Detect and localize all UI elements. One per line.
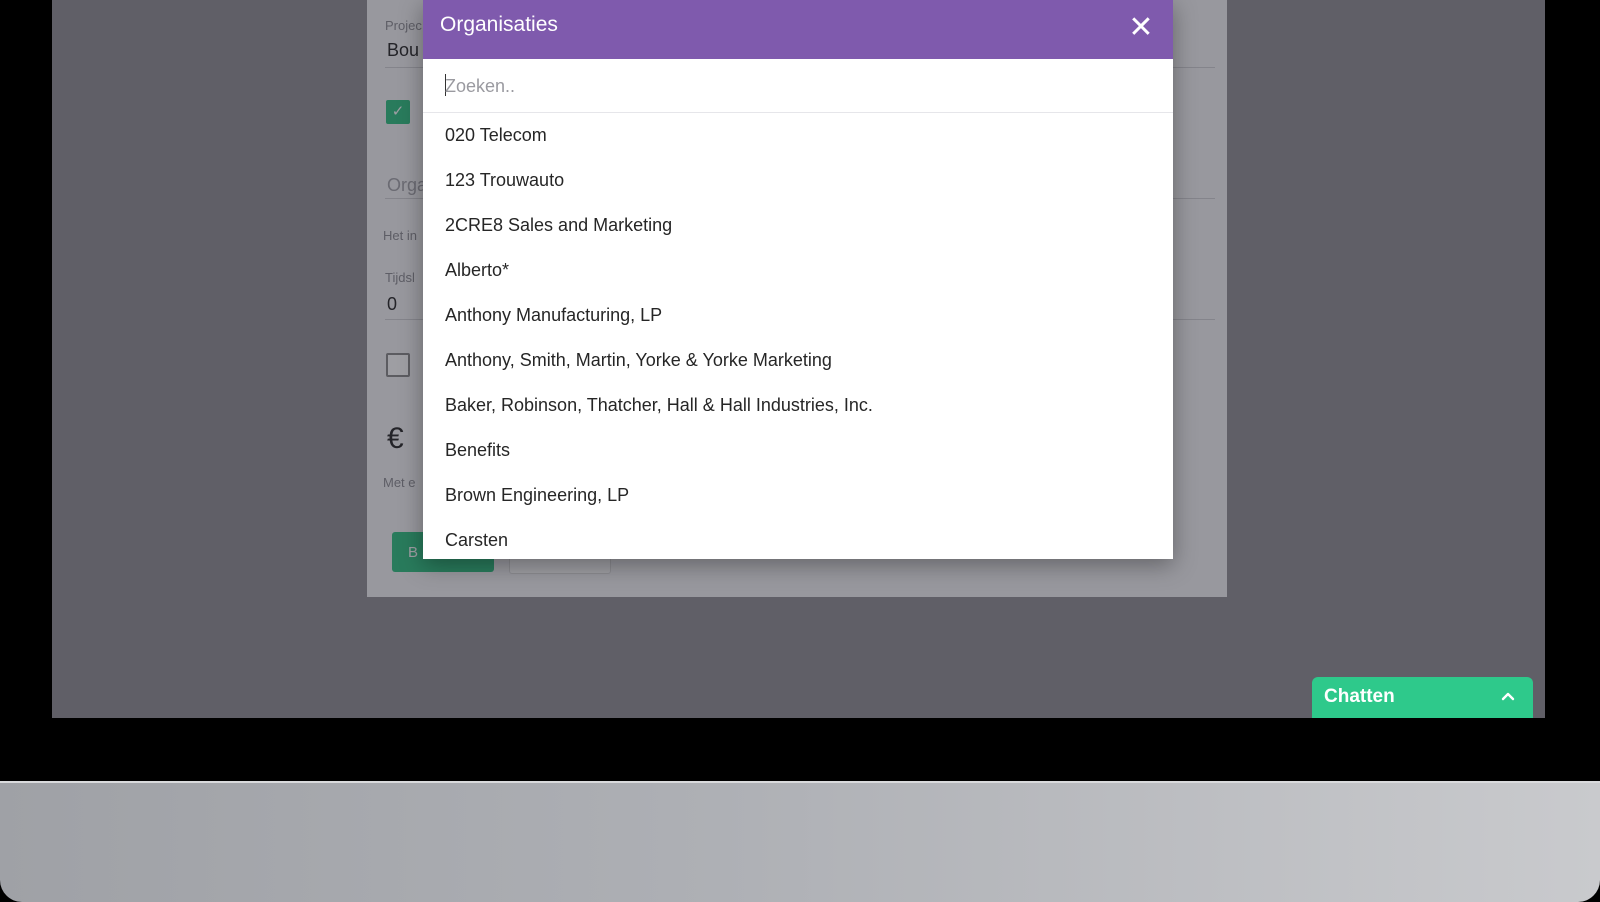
modal-header: Organisaties ✕: [423, 0, 1173, 59]
list-item[interactable]: Baker, Robinson, Thatcher, Hall & Hall I…: [423, 383, 1173, 428]
list-item[interactable]: 2CRE8 Sales and Marketing: [423, 203, 1173, 248]
list-item[interactable]: 123 Trouwauto: [423, 158, 1173, 203]
chat-label: Chatten: [1324, 686, 1395, 707]
organisations-modal: Organisaties ✕ 020 Telecom 123 Trouwauto…: [423, 0, 1173, 559]
list-item[interactable]: Alberto*: [423, 248, 1173, 293]
list-item[interactable]: Anthony, Smith, Martin, Yorke & Yorke Ma…: [423, 338, 1173, 383]
organisation-list: 020 Telecom 123 Trouwauto 2CRE8 Sales an…: [423, 113, 1173, 559]
list-item[interactable]: Carsten: [423, 518, 1173, 559]
modal-title: Organisaties: [440, 13, 558, 36]
search-row: [423, 59, 1173, 113]
search-input[interactable]: [445, 71, 1145, 101]
laptop-base: [0, 781, 1600, 902]
list-item[interactable]: Benefits: [423, 428, 1173, 473]
list-item[interactable]: 020 Telecom: [423, 113, 1173, 158]
close-icon[interactable]: ✕: [1123, 10, 1159, 46]
chat-widget[interactable]: Chatten: [1312, 677, 1533, 718]
chevron-up-icon: [1501, 692, 1515, 701]
list-item[interactable]: Brown Engineering, LP: [423, 473, 1173, 518]
list-item[interactable]: Anthony Manufacturing, LP: [423, 293, 1173, 338]
